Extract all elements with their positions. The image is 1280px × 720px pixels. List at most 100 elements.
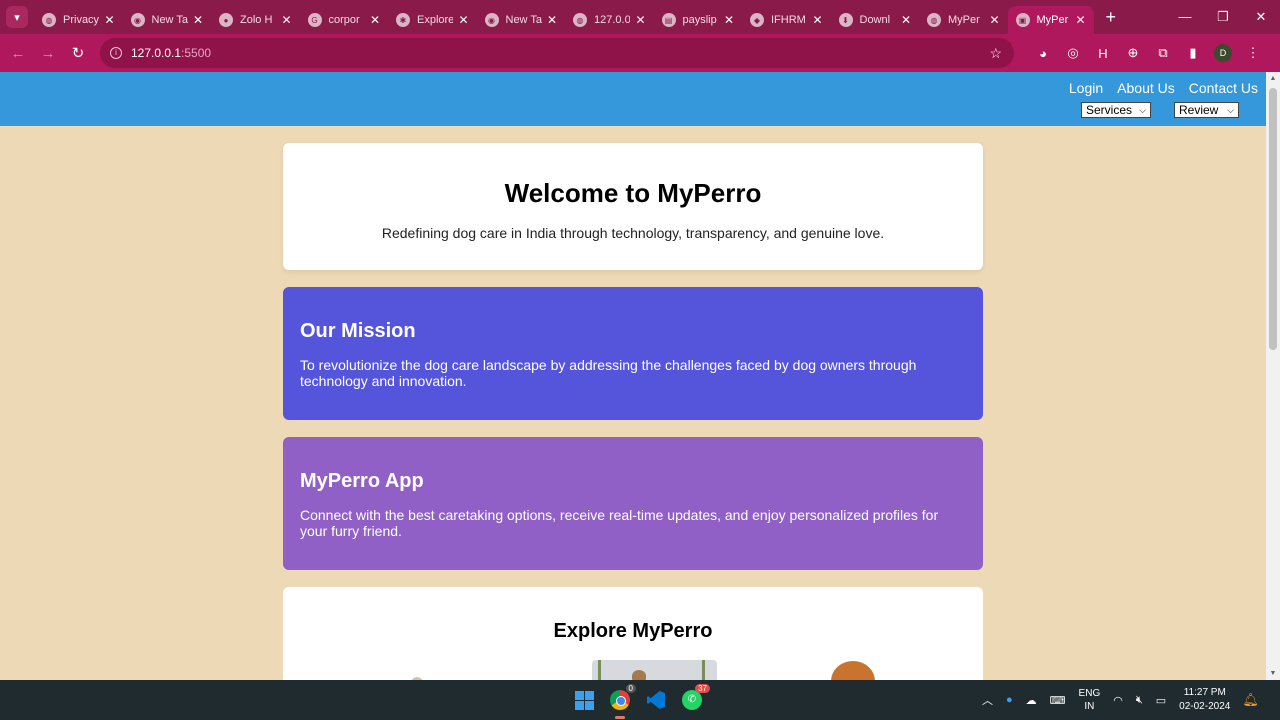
chevron-up-icon[interactable]: ︿ [982,692,993,708]
new-tab-button[interactable]: + [1106,7,1117,28]
forward-arrow-icon[interactable]: → [33,45,63,62]
pinwheel-icon: ✱ [396,13,410,27]
globe-icon: ◍ [927,13,941,27]
scroll-down-icon[interactable]: ▼ [1266,670,1280,677]
dog-image [831,661,875,680]
scrollbar-thumb[interactable] [1269,88,1277,350]
puzzle-icon[interactable]: ⧉ [1148,45,1178,61]
clock[interactable]: 11:27 PM 02-02-2024 [1179,686,1230,714]
url-port: :5500 [181,46,212,60]
browser-tab[interactable]: ◉ New Tab ✕ [123,6,212,34]
app-text: Connect with the best caretaking options… [300,507,939,539]
restore-icon[interactable]: ❐ [1204,0,1242,34]
kebab-menu-icon[interactable]: ⋮ [1238,45,1268,61]
logo-icon: ◆ [750,13,764,27]
close-icon[interactable]: ✕ [104,13,114,27]
browser-tab[interactable]: Gcorpor ✕ [300,6,389,34]
close-icon[interactable]: ✕ [547,13,557,27]
services-select[interactable]: Services ⌵ [1081,102,1151,118]
review-select-value: Review [1179,103,1219,117]
browser-tab-strip: ▾ ◍ Privacy ✕ ◉ New Tab ✕ ● Zolo H ✕ Gcorpor ✕ … [0,0,1280,34]
browser-tab[interactable]: ◍ MyPer ✕ [919,6,1008,34]
close-icon[interactable]: ✕ [458,13,468,27]
taskbar-vscode[interactable] [644,688,668,712]
contact-us-link[interactable]: Contact Us [1189,80,1258,96]
browser-tab[interactable]: ◍ Privacy ✕ [34,6,123,34]
tray-app-icon[interactable]: ● [1006,694,1013,706]
scroll-up-icon[interactable]: ▲ [1266,75,1280,82]
browser-tab[interactable]: ▤ payslip ✕ [654,6,743,34]
browser-tab[interactable]: ✱ Explore ✕ [388,6,477,34]
download-icon: ⬇ [838,13,853,27]
reload-icon[interactable]: ↻ [63,44,93,62]
close-icon[interactable]: ✕ [1075,13,1085,27]
close-icon[interactable]: ✕ [989,13,999,27]
services-select-value: Services [1086,103,1133,117]
browser-tab[interactable]: ◍ 127.0.0 ✕ [565,6,654,34]
welcome-card: Welcome to MyPerro Redefining dog care i… [283,143,983,270]
chevron-down-icon: ▾ [14,11,20,24]
language-indicator[interactable]: ENG IN [1079,687,1101,713]
close-icon[interactable]: ✕ [193,13,203,27]
close-icon[interactable]: ✕ [635,13,645,27]
taskbar-apps: 0 ✆ 37 [572,680,710,720]
back-arrow-icon[interactable]: ← [3,45,33,62]
browser-toolbar: ← → ↻ i 127.0.0.1:5500 ☆ ◕ ◎ H ⊕ ⧉ ▮ D ⋮ [0,34,1280,72]
bookmark-star-icon[interactable]: ☆ [989,45,1002,62]
tab-list: ◍ Privacy ✕ ◉ New Tab ✕ ● Zolo H ✕ Gcorpor ✕ ✱ E… [34,0,1094,34]
address-bar[interactable]: i 127.0.0.1:5500 ☆ [100,38,1014,68]
active-indicator [615,716,625,719]
sidepanel-icon[interactable]: ▮ [1178,45,1208,61]
browser-tab-active[interactable]: ▣ MyPer ✕ [1007,6,1094,34]
tab-search-button[interactable]: ▾ [6,6,28,28]
extension-globe-icon[interactable]: ⊕ [1118,45,1148,61]
taskbar-chrome[interactable]: 0 [608,684,636,719]
browser-tab[interactable]: ● Zolo H ✕ [211,6,300,34]
windows-taskbar: 0 ✆ 37 ︿ ● ☁ ⌨ ENG IN ◠ 🔇︎ ▭ 11:27 PM 02-0… [0,680,1280,720]
close-window-icon[interactable]: ✕ [1242,0,1280,34]
mission-text: To revolutionize the dog care landscape … [300,357,917,389]
chevron-down-icon: ⌵ [1139,105,1146,115]
mission-card: Our Mission To revolutionize the dog car… [283,287,983,420]
close-icon[interactable]: ✕ [812,13,822,27]
explore-image-center[interactable] [592,660,717,680]
clock-time: 11:27 PM [1183,687,1226,698]
browser-tab[interactable]: ◆ IFHRM ✕ [742,6,831,34]
taskbar-whatsapp[interactable]: ✆ 37 [680,684,710,712]
wifi-icon[interactable]: ◠ [1113,694,1123,707]
notification-bell-icon[interactable]: 🔔︎ [1242,692,1259,708]
chrome-icon [610,690,630,710]
login-link[interactable]: Login [1069,80,1103,96]
about-us-link[interactable]: About Us [1117,80,1175,96]
browser-tab[interactable]: ⬇ Downl ✕ [831,6,920,34]
close-icon[interactable]: ✕ [901,13,911,27]
explore-title: Explore MyPerro [553,620,713,642]
start-button[interactable] [572,688,596,712]
tab-title: payslip [682,14,717,26]
mission-title: Our Mission [300,320,416,342]
close-icon[interactable]: ✕ [281,13,291,27]
extension-h-icon[interactable]: H [1088,46,1118,61]
battery-icon[interactable]: ▭ [1156,694,1166,707]
extension-color-icon[interactable]: ◕ [1028,46,1058,61]
tab-title: New Tab [505,14,542,26]
app-card: MyPerro App Connect with the best careta… [283,437,983,570]
speaker-muted-icon[interactable]: 🔇︎ [1136,694,1143,707]
minimize-icon[interactable]: — [1166,0,1204,34]
close-icon[interactable]: ✕ [724,13,734,27]
review-select[interactable]: Review ⌵ [1174,102,1239,118]
cloud-icon[interactable]: ☁ [1026,694,1037,707]
profile-avatar[interactable]: D [1214,44,1232,62]
tab-title: New Tab [151,14,188,26]
browser-tab[interactable]: ◉ New Tab ✕ [477,6,566,34]
tab-title: IFHRM [771,14,806,26]
close-icon[interactable]: ✕ [370,13,380,27]
page-viewport: Login About Us Contact Us Services ⌵ Revi… [0,72,1266,680]
keyboard-icon[interactable]: ⌨ [1050,694,1066,707]
page-scrollbar[interactable]: ▲ ▼ [1266,72,1280,680]
explore-image-right[interactable] [823,659,875,680]
app-title: MyPerro App [300,470,424,492]
url-text[interactable]: 127.0.0.1:5500 [131,46,211,60]
info-icon[interactable]: i [110,47,122,59]
extension-target-icon[interactable]: ◎ [1058,45,1088,61]
